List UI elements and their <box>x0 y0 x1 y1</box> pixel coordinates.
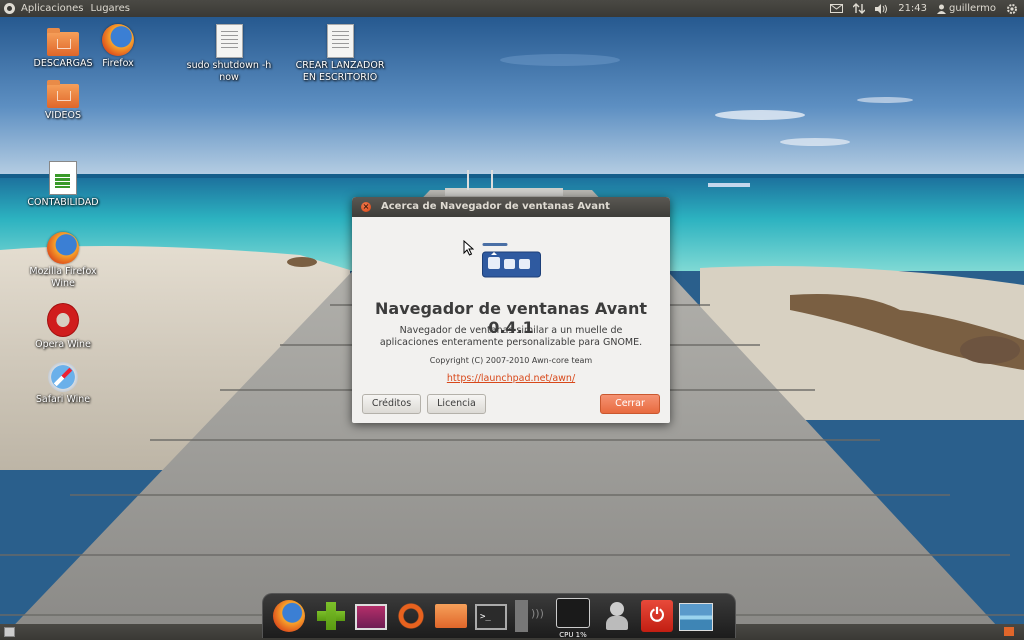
dock-power-icon[interactable]: ⏻ <box>641 600 673 632</box>
license-button[interactable]: Licencia <box>427 394 486 414</box>
desktop-icon-mozilla-firefox-wine[interactable]: Mozilla Firefox Wine <box>18 232 108 290</box>
top-panel: Aplicaciones Lugares 21:43 guillermo <box>0 0 1024 17</box>
mail-icon[interactable] <box>830 4 844 13</box>
desktop-icon-safari-wine[interactable]: Safari Wine <box>18 362 108 406</box>
network-icon[interactable] <box>853 3 866 14</box>
dock-user-switch-icon[interactable] <box>601 600 633 632</box>
session-gear-icon[interactable] <box>1006 3 1018 15</box>
dock-screen-icon[interactable] <box>355 604 387 630</box>
dock-terminal-icon[interactable]: >_ <box>475 604 507 630</box>
desktop-icon-videos[interactable]: VIDEOS <box>18 78 108 122</box>
dialog-titlebar[interactable]: × Acerca de Navegador de ventanas Avant <box>352 197 670 217</box>
firefox-icon <box>47 232 79 264</box>
show-desktop-icon[interactable] <box>4 627 15 637</box>
dock-add-icon[interactable] <box>315 600 347 632</box>
desktop-icon-label: Firefox <box>102 58 134 69</box>
desktop-icon-label: Mozilla Firefox Wine <box>29 266 97 289</box>
desktop-icon-opera-wine[interactable]: Opera Wine <box>18 303 108 351</box>
cpu-label: CPU 1% <box>559 631 587 639</box>
credits-button[interactable]: Créditos <box>362 394 421 414</box>
awn-dock: >_ CPU 1% ⏻ <box>262 593 736 639</box>
desktop-icon-sudo-shutdown[interactable]: sudo shutdown -h now <box>184 24 274 84</box>
desktop-icon-label: sudo shutdown -h now <box>186 60 272 83</box>
desktop-icon-label: CREAR LANZADOR EN ESCRITORIO <box>295 60 385 83</box>
desktop-icon-contabilidad[interactable]: CONTABILIDAD <box>18 161 108 209</box>
close-icon[interactable]: × <box>361 202 371 212</box>
volume-icon[interactable] <box>875 3 888 14</box>
firefox-icon <box>102 24 134 56</box>
dock-volume-icon[interactable] <box>515 600 547 632</box>
folder-video-icon <box>47 80 79 108</box>
trash-icon[interactable] <box>1004 627 1014 636</box>
user-icon <box>937 4 947 14</box>
dock-ubuntu-icon[interactable] <box>395 600 427 632</box>
avant-window-navigator-logo-icon <box>482 243 541 278</box>
opera-icon <box>47 303 79 337</box>
copyright-text: Copyright (C) 2007-2010 Awn-core team <box>429 356 593 365</box>
menu-aplicaciones[interactable]: Aplicaciones <box>20 0 84 17</box>
dock-folder-icon[interactable] <box>435 604 467 628</box>
close-button[interactable]: Cerrar <box>600 394 660 414</box>
website-link[interactable]: https://launchpad.net/awn/ <box>352 373 670 384</box>
dialog-title: Acerca de Navegador de ventanas Avant <box>381 201 610 212</box>
dock-cpu-monitor-icon[interactable]: CPU 1% <box>556 598 590 639</box>
menu-lugares[interactable]: Lugares <box>89 0 130 17</box>
ubuntu-logo-icon[interactable] <box>4 3 15 14</box>
text-file-icon <box>326 24 354 58</box>
safari-icon <box>48 362 78 392</box>
desktop-icon-firefox[interactable]: Firefox <box>73 24 163 70</box>
user-menu[interactable]: guillermo <box>937 0 996 17</box>
clock[interactable]: 21:43 <box>898 0 927 17</box>
user-name: guillermo <box>949 3 996 14</box>
mouse-cursor-icon <box>463 240 474 256</box>
spreadsheet-icon <box>49 161 77 195</box>
about-dialog: × Acerca de Navegador de ventanas Avant … <box>352 197 670 423</box>
desktop-icon-label: VIDEOS <box>44 110 82 121</box>
desktop-icon-label: Opera Wine <box>35 339 91 350</box>
desktop-icon-label: Safari Wine <box>35 394 91 405</box>
dock-wallpaper-icon[interactable] <box>679 603 713 631</box>
dock-firefox-icon[interactable] <box>273 600 305 632</box>
text-file-icon <box>215 24 243 58</box>
desktop-icon-label: CONTABILIDAD <box>27 197 99 208</box>
desktop-icon-crear-lanzador[interactable]: CREAR LANZADOR EN ESCRITORIO <box>295 24 385 84</box>
app-description: Navegador de ventanas similar a un muell… <box>379 325 643 348</box>
